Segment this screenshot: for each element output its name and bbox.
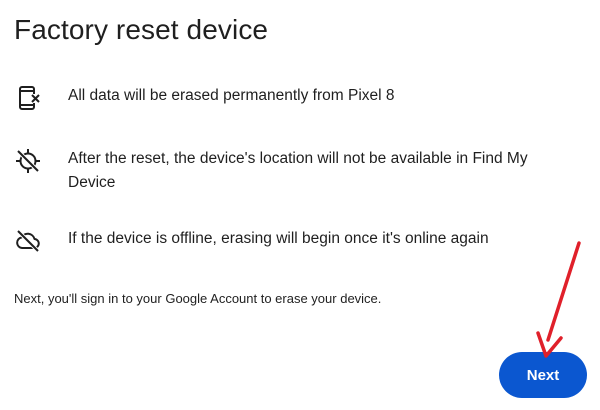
info-text: After the reset, the device's location w…: [68, 150, 528, 191]
info-text: All data will be erased permanently from…: [68, 87, 395, 104]
location-off-icon: [14, 147, 42, 175]
red-arrow-annotation: [536, 241, 581, 358]
next-button[interactable]: Next: [499, 352, 587, 398]
cloud-off-icon: [14, 227, 42, 255]
factory-reset-dialog: Factory reset device All data will be er…: [0, 0, 600, 410]
sign-in-note: Next, you'll sign in to your Google Acco…: [14, 291, 382, 306]
info-text: If the device is offline, erasing will b…: [68, 230, 489, 247]
page-title: Factory reset device: [14, 14, 269, 45]
phone-erase-icon: [14, 84, 42, 112]
